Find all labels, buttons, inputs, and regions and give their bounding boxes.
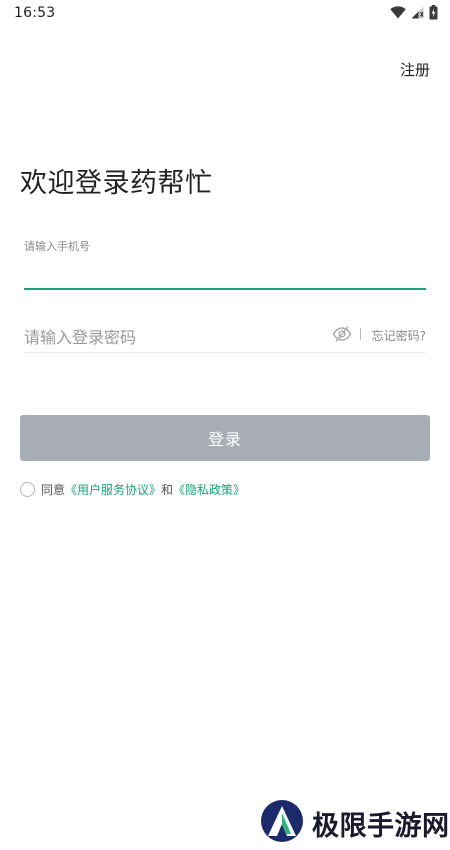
battery-icon — [429, 5, 438, 20]
status-icons — [390, 5, 438, 20]
phone-input[interactable] — [24, 256, 426, 282]
user-agreement-link[interactable]: 《用户服务协议》 — [65, 481, 161, 498]
watermark-logo — [260, 799, 304, 847]
page-title: 欢迎登录药帮忙 — [20, 168, 213, 199]
watermark: 极限手游网 — [260, 800, 450, 846]
password-divider — [360, 328, 361, 340]
agree-checkbox[interactable] — [20, 481, 35, 497]
password-field: 忘记密码? — [24, 318, 426, 353]
register-link[interactable]: 注册 — [400, 59, 430, 80]
wifi-icon — [390, 6, 406, 19]
agreement-prefix: 同意 — [41, 482, 66, 497]
password-input[interactable] — [24, 324, 324, 350]
agreement-row: 同意 《用户服务协议》 和 《隐私政策》 — [20, 480, 245, 498]
eye-off-icon[interactable] — [332, 325, 352, 343]
privacy-policy-link[interactable]: 《隐私政策》 — [173, 481, 245, 498]
phone-field-label: 请输入手机号 — [24, 240, 90, 253]
watermark-text: 极限手游网 — [312, 810, 450, 842]
phone-field[interactable]: 请输入手机号 — [24, 238, 426, 290]
status-time: 16:53 — [14, 5, 56, 21]
login-button[interactable]: 登录 — [20, 415, 430, 461]
agreement-conjunction: 和 — [161, 482, 174, 497]
forgot-password-link[interactable]: 忘记密码? — [372, 327, 426, 344]
status-bar: 16:53 — [0, 0, 450, 28]
cell-signal-icon — [411, 6, 424, 19]
